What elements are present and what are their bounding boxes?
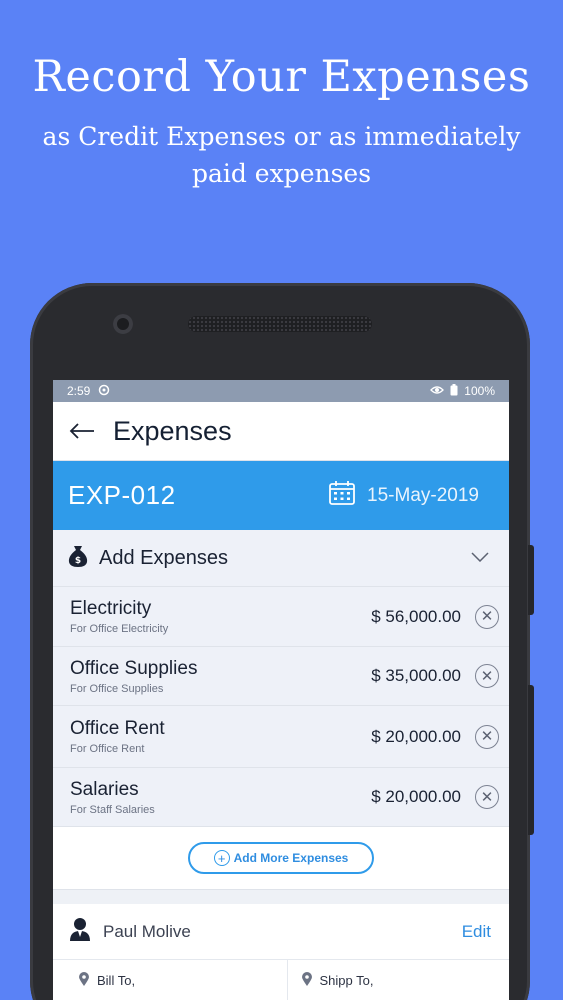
remove-expense-button[interactable]: ✕ [475, 664, 499, 688]
status-time: 2:59 [67, 384, 91, 398]
app-bar: Expenses [53, 402, 509, 461]
expense-name: Electricity [70, 598, 152, 619]
expense-description: For Staff Salaries [70, 803, 155, 816]
plus-circle-icon: + [213, 850, 230, 866]
close-icon: ✕ [480, 608, 494, 625]
expense-row[interactable]: Electricity For Office Electricity $ 56,… [53, 587, 509, 647]
address-row: Bill To, Shipp To, [53, 960, 509, 1000]
location-pin-icon [79, 971, 89, 989]
svg-text:$: $ [75, 556, 81, 566]
expense-name: Office Rent [70, 718, 165, 739]
expense-name: Office Supplies [70, 657, 198, 679]
expense-description: For Office Electricity [70, 623, 169, 635]
add-more-expenses-button[interactable]: + Add More Expenses [188, 842, 374, 874]
expense-name: Salaries [70, 778, 139, 800]
add-more-label: Add More Expenses [233, 851, 349, 865]
expense-description: For Office Rent [70, 743, 145, 755]
ship-to-field[interactable]: Shipp To, [286, 960, 510, 1000]
expense-row[interactable]: Salaries For Staff Salaries $ 20,000.00 … [53, 768, 509, 827]
expense-row[interactable]: Office Rent For Office Rent $ 20,000.00 … [53, 706, 509, 768]
bill-to-field[interactable]: Bill To, [53, 960, 287, 1000]
contact-name: Paul Molive [103, 921, 191, 941]
expense-amount: $ 20,000.00 [371, 726, 461, 746]
expense-description: For Office Supplies [70, 682, 164, 695]
promo-subline: as Credit Expenses or as immediately pai… [42, 122, 521, 188]
close-icon: ✕ [480, 728, 494, 745]
remove-expense-button[interactable]: ✕ [475, 724, 499, 749]
phone-screen: 2:59 100% Expenses EXP-012 15-May-2019 $… [53, 380, 509, 1000]
ship-to-label: Shipp To, [319, 972, 374, 988]
arrow-left-icon[interactable] [67, 416, 97, 446]
remove-expense-button[interactable]: ✕ [475, 785, 499, 809]
close-icon: ✕ [480, 788, 494, 806]
remove-expense-button[interactable]: ✕ [475, 604, 499, 629]
money-bag-icon: $ [67, 544, 89, 573]
location-pin-icon [301, 971, 312, 989]
expense-amount: $ 56,000.00 [371, 606, 461, 626]
add-more-container: + Add More Expenses [53, 827, 509, 890]
calendar-icon [329, 481, 355, 510]
eye-icon [430, 384, 445, 398]
contact-row: Paul Molive Edit [53, 904, 509, 960]
close-icon: ✕ [480, 667, 494, 685]
add-expenses-section[interactable]: $ Add Expenses [53, 530, 509, 587]
phone-camera [113, 314, 133, 334]
battery-percent: 100% [464, 384, 495, 398]
add-expenses-label: Add Expenses [99, 546, 228, 569]
expense-date: 15-May-2019 [367, 484, 479, 506]
page-title: Expenses [113, 415, 232, 446]
expense-amount: $ 35,000.00 [371, 666, 461, 685]
edit-contact-button[interactable]: Edit [462, 922, 491, 942]
sync-icon [98, 384, 110, 399]
phone-speaker [188, 316, 372, 332]
expense-amount: $ 20,000.00 [371, 787, 461, 806]
user-icon [69, 917, 91, 946]
bill-to-label: Bill To, [97, 972, 136, 988]
expense-header: EXP-012 15-May-2019 [53, 461, 509, 530]
date-picker[interactable]: 15-May-2019 [329, 481, 479, 510]
expense-row[interactable]: Office Supplies For Office Supplies $ 35… [53, 647, 509, 706]
battery-icon [450, 383, 458, 399]
phone-side-button [528, 545, 534, 615]
status-bar: 2:59 100% [53, 380, 509, 402]
expense-code: EXP-012 [68, 480, 176, 510]
section-spacer [53, 890, 509, 904]
chevron-down-icon[interactable] [471, 549, 489, 567]
phone-side-button [528, 685, 534, 835]
promo-headline: Record Your Expenses [32, 52, 531, 102]
